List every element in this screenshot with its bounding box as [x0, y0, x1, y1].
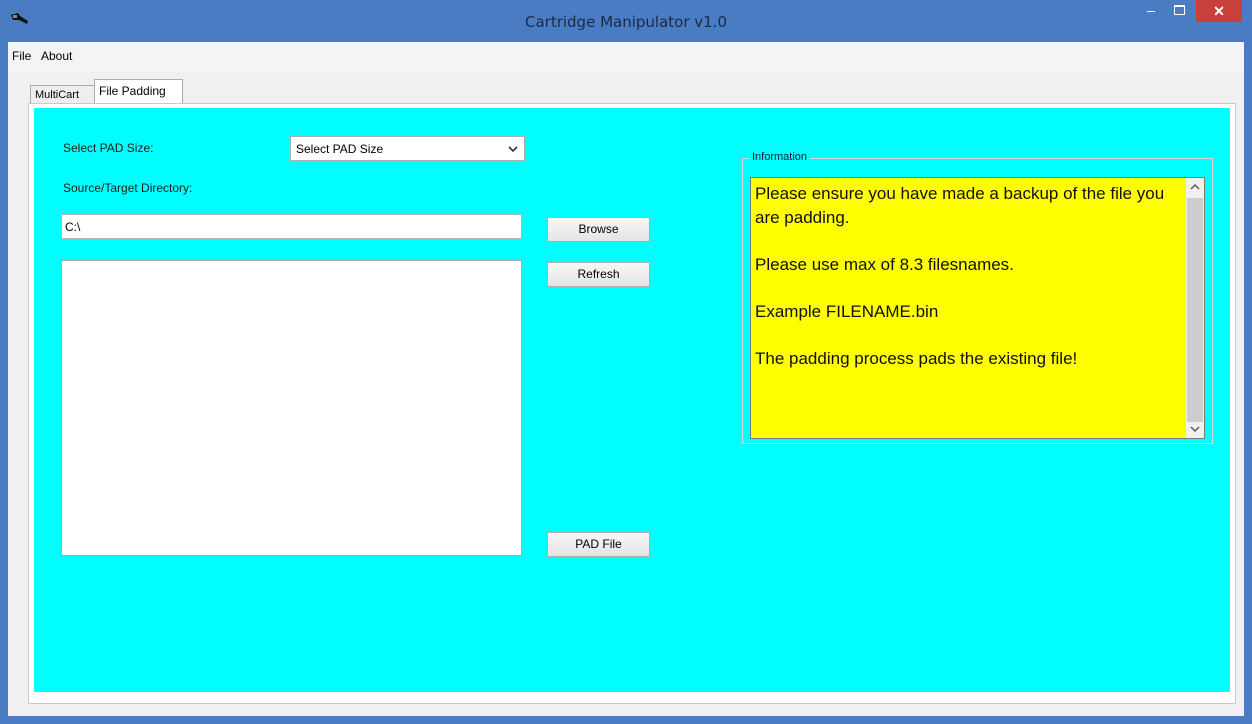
tab-page-file-padding: Select PAD Size: Select PAD Size Source/… [28, 103, 1236, 704]
directory-input[interactable]: C:\ [61, 214, 522, 239]
refresh-button[interactable]: Refresh [547, 262, 650, 287]
tab-multicart[interactable]: MultiCart [30, 85, 96, 104]
file-list[interactable] [61, 260, 522, 556]
info-scrollbar[interactable] [1185, 178, 1204, 438]
client-area: File About MultiCart File Padding Select… [8, 42, 1244, 716]
chevron-up-icon [1190, 184, 1200, 190]
info-line: Example FILENAME.bin [755, 302, 939, 321]
minimize-icon: – [1147, 2, 1155, 18]
menu-bar: File About [8, 42, 1244, 72]
directory-input-value: C:\ [65, 220, 81, 234]
directory-label: Source/Target Directory: [63, 181, 193, 195]
browse-button[interactable]: Browse [547, 217, 650, 242]
app-window: Cartridge Manipulator v1.0 – ✕ File Abou… [0, 0, 1252, 724]
pad-size-selected-value: Select PAD Size [296, 142, 384, 156]
maximize-icon [1174, 5, 1185, 15]
info-line: Please use max of 8.3 filesnames. [755, 255, 1014, 274]
chevron-down-icon [1190, 426, 1200, 432]
window-title: Cartridge Manipulator v1.0 [524, 13, 727, 31]
scroll-up-button[interactable] [1186, 178, 1204, 196]
information-text: Please ensure you have made a backup of … [755, 182, 1175, 394]
menu-file[interactable]: File [12, 49, 31, 63]
pad-size-label: Select PAD Size: [63, 141, 154, 155]
info-line: The padding process pads the existing fi… [755, 349, 1078, 368]
chevron-down-icon [508, 146, 518, 152]
close-button[interactable]: ✕ [1196, 0, 1242, 22]
title-bar[interactable]: Cartridge Manipulator v1.0 – ✕ [0, 0, 1252, 42]
pad-size-select[interactable]: Select PAD Size [290, 136, 525, 161]
info-line: Please ensure you have made a backup of … [755, 184, 1165, 227]
maximize-button[interactable] [1166, 0, 1192, 22]
scroll-thumb[interactable] [1187, 198, 1203, 422]
tab-file-padding[interactable]: File Padding [94, 79, 183, 104]
pad-file-button[interactable]: PAD File [547, 532, 650, 557]
menu-about[interactable]: About [41, 49, 72, 63]
minimize-button[interactable]: – [1138, 0, 1164, 22]
information-textbox[interactable]: Please ensure you have made a backup of … [750, 177, 1205, 439]
close-icon: ✕ [1213, 3, 1225, 19]
information-legend: Information [749, 151, 811, 163]
file-padding-panel: Select PAD Size: Select PAD Size Source/… [34, 108, 1230, 692]
information-group: Information Please ensure you have made … [742, 151, 1213, 444]
scroll-down-button[interactable] [1186, 420, 1204, 438]
